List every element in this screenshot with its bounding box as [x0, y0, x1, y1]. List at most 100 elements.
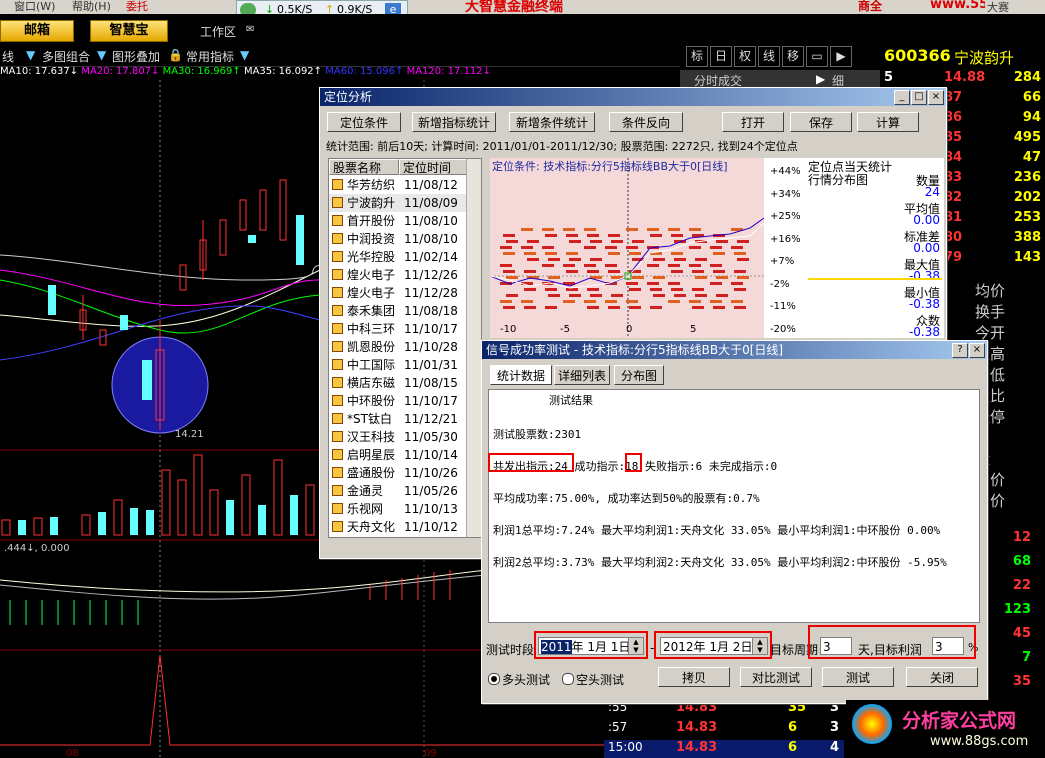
tab-ri[interactable]: 日 — [710, 46, 732, 67]
dropdown-icon[interactable]: ▼ — [97, 48, 106, 62]
top-menu-bar: 窗口(W) 帮助(H) 委托 大智慧金融终端 商全 www.55188.com — [0, 0, 1045, 15]
locate-time: 11/10/28 — [404, 340, 458, 354]
distribution-mark — [584, 264, 596, 267]
workspace-menu-icon[interactable]: ✉ — [246, 24, 254, 35]
tab-stat-data[interactable]: 统计数据 — [490, 365, 552, 385]
open-button[interactable]: 打开 — [722, 112, 784, 132]
menu-help[interactable]: 帮助(H) — [72, 0, 111, 14]
distribution-mark — [629, 306, 641, 309]
list-item[interactable]: 横店东磁 11/08/15 — [329, 374, 481, 392]
compare-test-button[interactable]: 对比测试 — [740, 667, 812, 687]
ob-volume: 253 — [1013, 210, 1041, 225]
list-item[interactable]: 华芳纺织 11/08/12 — [329, 176, 481, 194]
list-item[interactable]: 首开股份 11/08/10 — [329, 212, 481, 230]
lock-icon[interactable]: 🔒 — [168, 48, 183, 62]
add-condition-stat-button[interactable]: 新增条件统计 — [509, 112, 595, 132]
list-item[interactable]: 煌火电子 11/12/26 — [329, 266, 481, 284]
tab-yi[interactable]: 移 — [782, 46, 804, 67]
success-label: 成功指示: — [574, 460, 626, 473]
dlg1-titlebar[interactable]: 定位分析 _ □ × — [320, 88, 946, 106]
close-button[interactable]: 关闭 — [906, 667, 978, 687]
add-indicator-stat-button[interactable]: 新增指标统计 — [412, 112, 496, 132]
window-icon[interactable]: ▭ — [806, 46, 828, 67]
col-locate-time[interactable]: 定位时间 — [399, 159, 467, 175]
stock-icon — [332, 395, 343, 406]
stock-list[interactable]: 股票名称 定位时间 华芳纺织 11/08/12 宁波韵升 11/08/09 首开股份 11… — [328, 158, 482, 538]
list-item[interactable]: 启明星辰 11/10/14 — [329, 446, 481, 464]
list-item[interactable]: *ST钛白 11/12/21 — [329, 410, 481, 428]
distribution-mark — [584, 300, 596, 303]
radio-short-label[interactable]: 空头测试 — [576, 671, 624, 688]
radio-long[interactable] — [488, 673, 500, 685]
distribution-mark — [647, 282, 659, 285]
locate-chart[interactable]: 定位条件: 技术指标:分行5指标线BB大于0[日线] -10 -5 0 5 — [490, 158, 764, 338]
tab-detail-list[interactable]: 详细列表 — [554, 365, 610, 385]
locate-condition-button[interactable]: 定位条件 — [327, 112, 401, 132]
play-icon[interactable]: ▶ — [830, 46, 852, 67]
distribution-mark — [548, 258, 560, 261]
ob-volume: 284 — [1013, 70, 1041, 85]
distribution-mark — [695, 258, 707, 261]
list-item[interactable]: 乐视网 11/10/13 — [329, 500, 481, 518]
tab-distribution[interactable]: 分布图 — [614, 365, 664, 385]
dlg2-titlebar[interactable]: 信号成功率测试 - 技术指标:分行5指标线BB大于0[日线] ? × — [482, 341, 987, 359]
workspace-label[interactable]: 工作区 — [200, 23, 236, 40]
tab-quan[interactable]: 权 — [734, 46, 756, 67]
list-item[interactable]: 中科三环 11/10/17 — [329, 320, 481, 338]
tab-xian[interactable]: 线 — [758, 46, 780, 67]
menu-entrust[interactable]: 委托 — [126, 0, 148, 14]
test-results-panel: 测试结果 测试股票数:2301 共发出指示:24 成功指示:18 失败指示:6 … — [488, 389, 980, 623]
zhihuibao-button[interactable]: 智慧宝 — [90, 20, 168, 42]
menu-window[interactable]: 窗口(W) — [14, 0, 55, 14]
list-item[interactable]: 盛通股份 11/10/26 — [329, 464, 481, 482]
list-scrollbar[interactable] — [466, 159, 481, 537]
distribution-mark — [647, 264, 659, 267]
list-item[interactable]: 光华控股 11/02/14 — [329, 248, 481, 266]
store-label[interactable]: 商全 — [858, 0, 882, 14]
distribution-mark — [647, 228, 659, 231]
tab-dasai[interactable]: 大赛 — [987, 0, 1009, 15]
reverse-condition-button[interactable]: 条件反向 — [609, 112, 683, 132]
distribution-mark — [524, 252, 536, 255]
close-icon[interactable]: × — [928, 90, 944, 105]
list-item[interactable]: 中润投资 11/08/10 — [329, 230, 481, 248]
list-item[interactable]: 中工国际 11/01/31 — [329, 356, 481, 374]
calculate-button[interactable]: 计算 — [857, 112, 919, 132]
right-value: 68 — [1012, 554, 1031, 569]
list-item[interactable]: 泰禾集团 11/08/18 — [329, 302, 481, 320]
radio-long-label[interactable]: 多头测试 — [502, 671, 550, 688]
close-icon[interactable]: × — [969, 343, 985, 358]
list-item[interactable]: 汉王科技 11/05/30 — [329, 428, 481, 446]
distribution-mark — [608, 234, 620, 237]
list-item[interactable]: 凯恩股份 11/10/28 — [329, 338, 481, 356]
maximize-icon[interactable]: □ — [911, 90, 927, 105]
stock-name: 天舟文化 — [347, 520, 396, 534]
play-icon[interactable]: ▶ — [816, 72, 825, 86]
help-icon[interactable]: ? — [952, 343, 968, 358]
list-item[interactable]: 宁波韵升 11/08/09 — [329, 194, 481, 212]
minimize-icon[interactable]: _ — [894, 90, 910, 105]
dropdown-icon[interactable]: ▼ — [240, 48, 249, 62]
distribution-mark — [692, 288, 704, 291]
tab-biao[interactable]: 标 — [686, 46, 708, 67]
save-button[interactable]: 保存 — [790, 112, 852, 132]
tool-overlay[interactable]: 图形叠加 — [112, 48, 160, 65]
mail-button[interactable]: 邮箱 — [0, 20, 74, 42]
dropdown-icon[interactable]: ▼ — [26, 48, 35, 62]
list-item[interactable]: 煌火电子 11/12/28 — [329, 284, 481, 302]
stock-icon — [332, 305, 343, 316]
trade-price: 14.83 — [676, 740, 718, 755]
tool-common-indicators[interactable]: 常用指标 — [186, 48, 234, 65]
fenshi-header[interactable]: 分时成交 ▶ 细 — [680, 70, 880, 88]
tool-line[interactable]: 线 — [2, 48, 14, 65]
copy-button[interactable]: 拷贝 — [658, 667, 730, 687]
tool-multi[interactable]: 多图组合 — [42, 48, 90, 65]
list-item[interactable]: 中环股份 11/10/17 — [329, 392, 481, 410]
locate-time: 11/12/28 — [404, 286, 458, 300]
list-item[interactable]: 金通灵 11/05/26 — [329, 482, 481, 500]
stock-name: 凯恩股份 — [347, 340, 396, 354]
radio-short[interactable] — [562, 673, 574, 685]
list-item[interactable]: 天舟文化 11/10/12 — [329, 518, 481, 536]
test-button[interactable]: 测试 — [822, 667, 894, 687]
col-stock-name[interactable]: 股票名称 — [329, 159, 399, 175]
